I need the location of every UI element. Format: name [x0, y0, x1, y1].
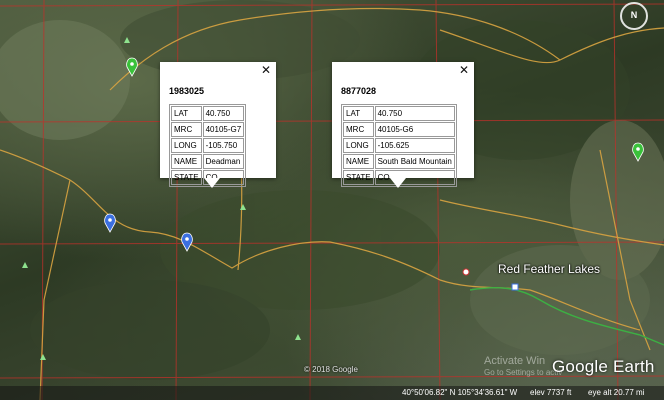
status-bar: 40°50'06.82" N 105°34'36.61" W elev 7737… [0, 386, 664, 400]
table-row: MRC 40105-G6 [343, 122, 455, 137]
watermark-line: Go to Settings to activ [484, 368, 563, 377]
attribute-key: MRC [343, 122, 374, 137]
close-icon[interactable]: ✕ [261, 64, 271, 76]
eye-altitude-readout: eye alt 20.77 mi [588, 388, 645, 397]
attribute-key: LAT [171, 106, 202, 121]
attribute-value: 40105-G6 [374, 122, 455, 137]
table-row: MRC 40105-G7 [171, 122, 245, 137]
google-earth-logo: Google Earth [552, 357, 655, 376]
attribute-value: South Bald Mountain [374, 154, 455, 169]
map-overlay [0, 0, 664, 400]
attribute-table: LAT 40.750 MRC 40105-G7 LONG -105.750 NA… [169, 104, 247, 187]
popup-title: 1983025 [169, 86, 205, 96]
peak-icon [22, 262, 28, 268]
attribute-value: 40105-G7 [202, 122, 245, 137]
attribute-value: CO [202, 170, 245, 185]
attribute-table: LAT 40.750 MRC 40105-G6 LONG -105.625 NA… [341, 104, 457, 187]
info-popup: ✕ 8877028 LAT 40.750 MRC 40105-G6 LONG -… [332, 62, 474, 188]
table-row: LONG -105.625 [343, 138, 455, 153]
attribute-value: Deadman [202, 154, 245, 169]
info-popup: ✕ 1983025 LAT 40.750 MRC 40105-G7 LONG -… [160, 62, 276, 188]
attribute-key: MRC [171, 122, 202, 137]
attribute-key: LONG [171, 138, 202, 153]
table-row: STATE CO [343, 170, 455, 185]
coordinates-readout: 40°50'06.82" N 105°34'36.61" W [402, 388, 518, 397]
table-row: LAT 40.750 [343, 106, 455, 121]
terrain-shading [0, 0, 664, 380]
peak-icon [295, 334, 301, 340]
elevation-readout: elev 7737 ft [530, 388, 572, 397]
attribute-key: LONG [343, 138, 374, 153]
attribute-key: STATE [343, 170, 374, 185]
table-row: STATE CO [171, 170, 245, 185]
table-row: LAT 40.750 [171, 106, 245, 121]
close-icon[interactable]: ✕ [459, 64, 469, 76]
table-row: NAME Deadman [171, 154, 245, 169]
map-pin-icon[interactable] [104, 213, 116, 233]
table-row: NAME South Bald Mountain [343, 154, 455, 169]
copyright-text: © 2018 Google [304, 365, 358, 374]
attribute-value: CO [374, 170, 455, 185]
map-view[interactable]: ✕ 1983025 LAT 40.750 MRC 40105-G7 LONG -… [0, 0, 664, 400]
attribute-key: STATE [171, 170, 202, 185]
attribute-value: 40.750 [202, 106, 245, 121]
attribute-value: -105.750 [202, 138, 245, 153]
popup-title: 8877028 [341, 86, 377, 96]
activation-watermark: Activate Win Go to Settings to activ [484, 355, 562, 379]
attribute-key: NAME [343, 154, 374, 169]
table-row: LONG -105.750 [171, 138, 245, 153]
attribute-value: 40.750 [374, 106, 455, 121]
watermark-line: Activate Win [484, 355, 546, 367]
place-label[interactable]: Red Feather Lakes [498, 262, 600, 276]
compass-icon[interactable]: N [620, 2, 648, 30]
attribute-key: LAT [343, 106, 374, 121]
peak-icon [40, 354, 46, 360]
attribute-value: -105.625 [374, 138, 455, 153]
compass-north-label: N [630, 10, 638, 20]
attribute-key: NAME [171, 154, 202, 169]
